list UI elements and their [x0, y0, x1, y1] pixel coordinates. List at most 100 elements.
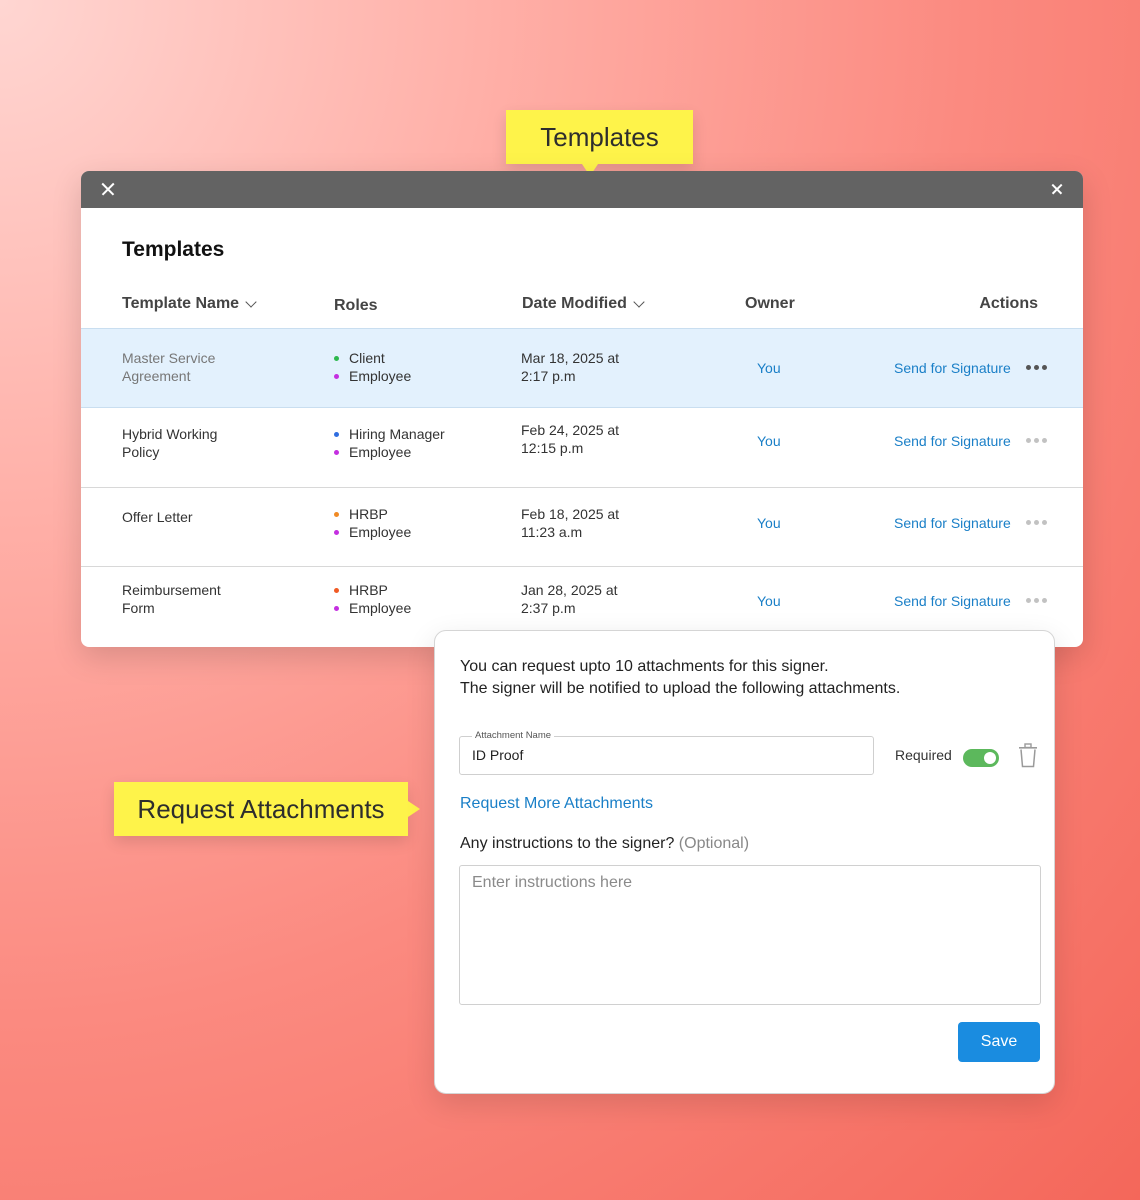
date-line: Jan 28, 2025 at	[521, 582, 618, 598]
template-name: Master Service Agreement	[122, 349, 292, 385]
instructions-placeholder: Enter instructions here	[472, 874, 633, 891]
page-title: Templates	[122, 238, 225, 261]
roles-list: Hiring Manager Employee	[334, 425, 445, 461]
column-label: Template Name	[122, 295, 240, 312]
attachment-name-field[interactable]: Attachment Name ID Proof	[459, 730, 874, 775]
role-dot	[334, 355, 339, 361]
table-header: Template Name Roles Date Modified Owner …	[81, 295, 1083, 327]
intro-line: The signer will be notified to upload th…	[460, 680, 901, 697]
date-line: 2:17 p.m	[521, 368, 576, 384]
templates-callout: Templates	[506, 110, 693, 176]
templates-window: Templates Template Name Roles Date Modif…	[81, 171, 1083, 647]
intro-text: You can request upto 10 attachments for …	[460, 656, 900, 700]
column-label: Date Modified	[522, 295, 627, 312]
role-dot	[334, 605, 339, 611]
chevron-down-icon	[633, 298, 645, 310]
more-horizontal-icon[interactable]	[1026, 365, 1047, 370]
request-attachments-panel: You can request upto 10 attachments for …	[434, 630, 1055, 1094]
column-label: Owner	[745, 295, 795, 312]
owner-link[interactable]: You	[757, 432, 781, 450]
role-item: HRBP	[334, 581, 411, 599]
attachment-name-value[interactable]: ID Proof	[472, 747, 523, 763]
owner-link[interactable]: You	[757, 359, 781, 377]
table-row[interactable]: Offer Letter HRBP Employee Feb 18, 2025 …	[81, 488, 1083, 567]
save-button[interactable]: Save	[958, 1022, 1040, 1062]
role-label: Employee	[349, 368, 412, 384]
role-item: HRBP	[334, 505, 411, 523]
roles-list: HRBP Employee	[334, 581, 411, 617]
roles-list: HRBP Employee	[334, 505, 411, 541]
send-for-signature-link[interactable]: Send for Signature	[894, 432, 1011, 450]
roles-list: Client Employee	[334, 349, 411, 385]
date-modified: Mar 18, 2025 at 2:17 p.m	[521, 349, 651, 385]
required-toggle[interactable]	[963, 749, 999, 767]
question-text: Any instructions to the signer?	[460, 835, 675, 852]
optional-hint: (Optional)	[678, 835, 750, 852]
column-actions: Actions	[979, 295, 1038, 313]
column-label: Actions	[979, 295, 1038, 312]
role-label: Employee	[349, 444, 412, 460]
date-line: Feb 24, 2025 at	[521, 422, 620, 438]
more-horizontal-icon[interactable]	[1026, 520, 1047, 525]
window-titlebar	[81, 171, 1083, 208]
close-icon[interactable]	[99, 180, 117, 198]
role-label: Employee	[349, 524, 412, 540]
request-more-attachments-link[interactable]: Request More Attachments	[460, 795, 653, 813]
column-roles: Roles	[334, 297, 378, 315]
role-item: Employee	[334, 443, 445, 461]
role-label: HRBP	[349, 582, 388, 598]
role-dot	[334, 529, 339, 535]
required-label: Required	[895, 747, 952, 763]
role-label: Client	[349, 350, 385, 366]
template-name: Offer Letter	[122, 508, 292, 526]
column-template-name[interactable]: Template Name	[122, 295, 257, 313]
date-line: Feb 18, 2025 at	[521, 506, 620, 522]
role-item: Employee	[334, 367, 411, 385]
send-for-signature-link[interactable]: Send for Signature	[894, 592, 1011, 610]
role-label: Employee	[349, 600, 412, 616]
table-row[interactable]: Master Service Agreement Client Employee…	[81, 328, 1083, 408]
template-name: Hybrid Working Policy	[122, 425, 292, 461]
column-date-modified[interactable]: Date Modified	[522, 295, 645, 313]
date-modified: Jan 28, 2025 at 2:37 p.m	[521, 581, 651, 617]
more-horizontal-icon[interactable]	[1026, 438, 1047, 443]
role-item: Employee	[334, 523, 411, 541]
chevron-down-icon	[245, 298, 257, 310]
template-name-line: Agreement	[122, 368, 191, 384]
role-dot	[334, 587, 339, 593]
attachment-name-label: Attachment Name	[472, 730, 555, 741]
send-for-signature-link[interactable]: Send for Signature	[894, 359, 1011, 377]
date-modified: Feb 18, 2025 at 11:23 a.m	[521, 505, 651, 541]
intro-line: You can request upto 10 attachments for …	[460, 658, 829, 675]
template-name-line: Reimbursement	[122, 582, 221, 598]
template-name-line: Master Service	[122, 350, 216, 366]
templates-callout-text: Templates	[540, 121, 659, 152]
more-horizontal-icon[interactable]	[1026, 598, 1047, 603]
column-label: Roles	[334, 297, 378, 314]
template-name-line: Hybrid Working	[122, 426, 218, 442]
date-line: Mar 18, 2025 at	[521, 350, 620, 366]
template-name: Reimbursement Form	[122, 581, 292, 617]
close-icon[interactable]	[1049, 181, 1065, 197]
instructions-textarea[interactable]: Enter instructions here	[459, 865, 1041, 1005]
role-dot	[334, 431, 339, 437]
template-name-line: Policy	[122, 444, 160, 460]
role-dot	[334, 449, 339, 455]
date-line: 12:15 p.m	[521, 440, 584, 456]
date-modified: Feb 24, 2025 at 12:15 p.m	[521, 421, 651, 457]
role-item: Client	[334, 349, 411, 367]
column-owner: Owner	[745, 295, 795, 313]
template-name-line: Offer Letter	[122, 509, 193, 525]
role-dot	[334, 511, 339, 517]
owner-link[interactable]: You	[757, 592, 781, 610]
owner-link[interactable]: You	[757, 514, 781, 532]
request-attachments-callout-text: Request Attachments	[137, 793, 385, 824]
date-line: 11:23 a.m	[521, 524, 583, 540]
send-for-signature-link[interactable]: Send for Signature	[894, 514, 1011, 532]
instructions-question: Any instructions to the signer? (Optiona…	[460, 835, 749, 853]
table-row[interactable]: Hybrid Working Policy Hiring Manager Emp…	[81, 408, 1083, 488]
role-item: Employee	[334, 599, 411, 617]
trash-icon[interactable]	[1018, 743, 1038, 768]
role-item: Hiring Manager	[334, 425, 445, 443]
role-dot	[334, 373, 339, 379]
